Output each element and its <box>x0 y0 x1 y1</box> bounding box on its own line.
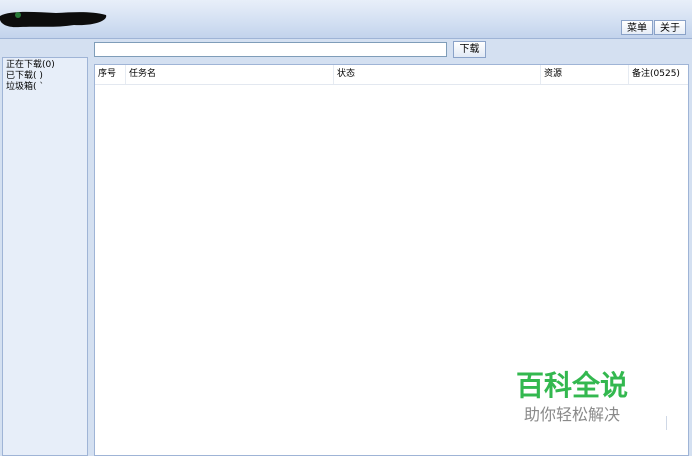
app-logo-icon <box>0 11 107 28</box>
column-header-status[interactable]: 状态 <box>334 65 541 84</box>
column-header-resource[interactable]: 资源 <box>541 65 629 84</box>
task-list-header: 序号 任务名 状态 资源 备注(0525) <box>95 65 688 85</box>
toolbar: 下载 <box>0 39 692 59</box>
menu-button[interactable]: 菜单 <box>621 20 653 35</box>
sidebar: 正在下载(0) 已下载( ) 垃圾箱( ` <box>2 57 88 456</box>
watermark-subtitle: 助你轻松解决 <box>524 405 621 424</box>
scroll-marker <box>666 416 667 430</box>
sidebar-item-downloading[interactable]: 正在下载(0) <box>3 60 87 71</box>
title-bar: 菜单 关于 <box>0 0 692 39</box>
url-input[interactable] <box>94 42 447 57</box>
sidebar-item-trash[interactable]: 垃圾箱( ` <box>3 82 87 93</box>
download-button[interactable]: 下载 <box>453 41 486 58</box>
column-header-index[interactable]: 序号 <box>95 65 126 84</box>
column-header-note[interactable]: 备注(0525) <box>629 65 688 84</box>
app-window: 菜单 关于 下载 正在下载(0) 已下载( ) 垃圾箱( ` 序号 任务名 状态… <box>0 0 692 456</box>
column-header-task-name[interactable]: 任务名 <box>126 65 334 84</box>
about-button[interactable]: 关于 <box>654 20 686 35</box>
watermark-title: 百科全说 <box>516 369 629 402</box>
sidebar-item-downloaded[interactable]: 已下载( ) <box>3 71 87 82</box>
